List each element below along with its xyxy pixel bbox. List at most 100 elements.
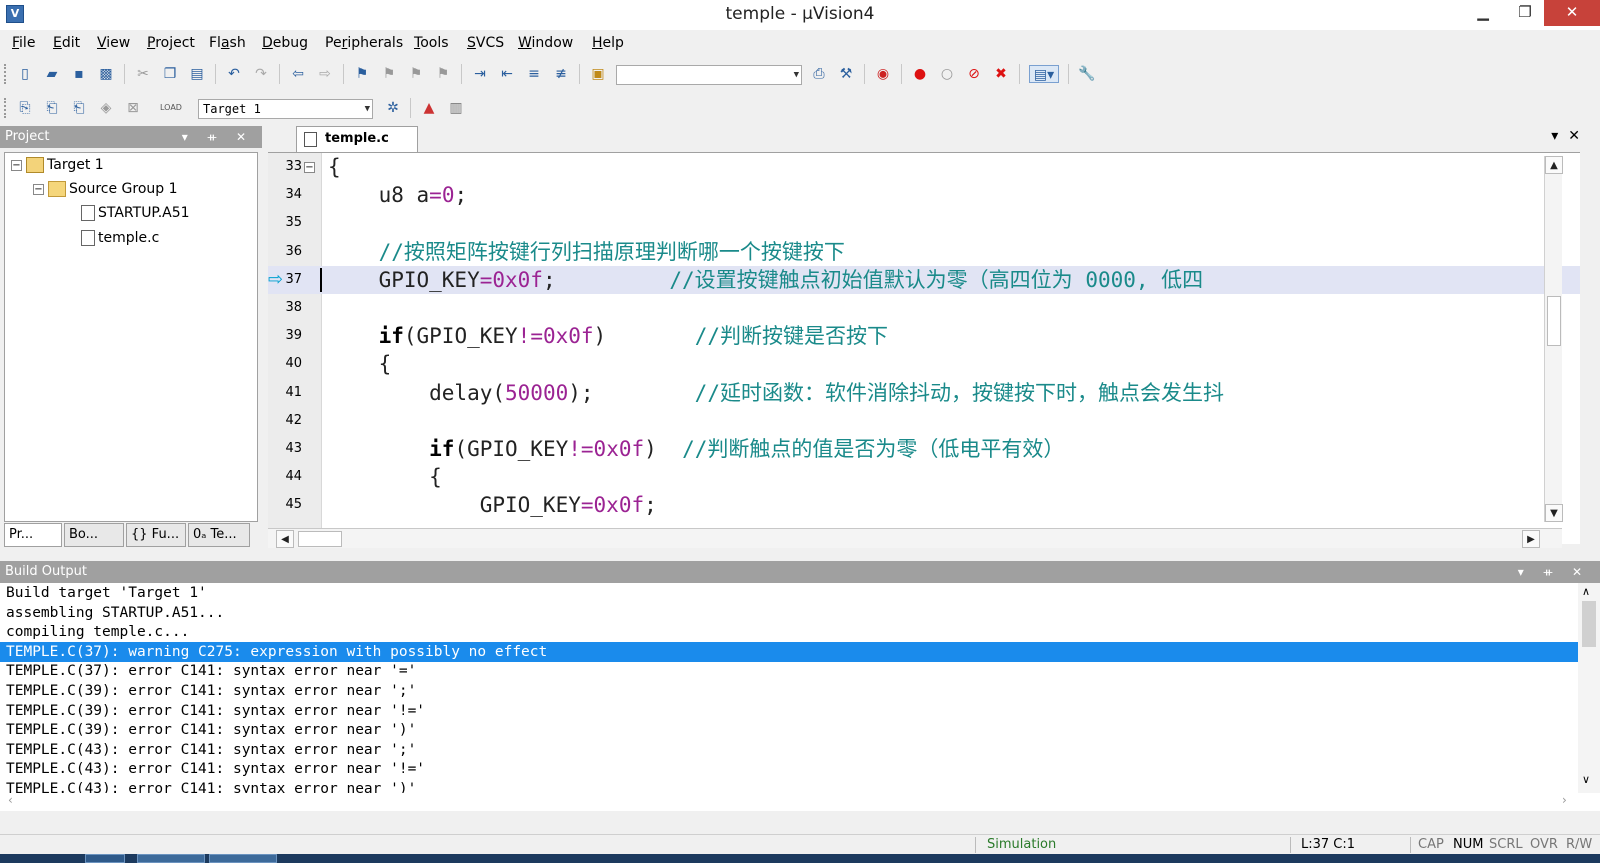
batch-build-icon[interactable]: ◈ [97, 99, 115, 117]
incremental-find-icon[interactable]: ⚒ [837, 65, 855, 83]
menu-project[interactable]: Project [147, 35, 195, 51]
code-line[interactable]: 45 GPIO_KEY=0x0f; [268, 491, 1580, 519]
target-select[interactable]: Target 1 ▼ [198, 99, 373, 119]
code-line[interactable]: 37 ⇨ GPIO_KEY=0x0f; //设置按键触点初始值默认为零（高四位为 … [268, 265, 1580, 294]
tree-item-startup[interactable]: STARTUP.A51 [81, 202, 190, 224]
new-file-icon[interactable]: ▯ [16, 65, 34, 83]
tree-item-target[interactable]: − Target 1 [11, 154, 104, 176]
next-bookmark-icon[interactable]: ⚑ [407, 65, 425, 83]
maximize-button[interactable]: ❐ [1510, 0, 1540, 26]
build-output-line[interactable]: TEMPLE.C(37): warning C275: expression w… [0, 641, 1578, 662]
tab-templates[interactable]: 0ₐ Te... [188, 523, 250, 547]
line-number[interactable]: 44 [268, 463, 302, 491]
disable-breakpoints-icon[interactable]: ⊘ [965, 65, 983, 83]
menu-window[interactable]: Window [518, 35, 573, 51]
clear-bookmarks-icon[interactable]: ⚑ [434, 65, 452, 83]
code-line[interactable]: 40 { [268, 350, 1580, 378]
build-output-line[interactable]: Build target 'Target 1' [0, 583, 1578, 603]
chevron-down-icon[interactable]: ∨ [1582, 773, 1590, 786]
line-number[interactable]: 34 [268, 181, 302, 209]
redo-icon[interactable]: ↷ [252, 65, 270, 83]
tab-temple-c[interactable]: temple.c [296, 126, 418, 152]
editor-controls[interactable]: ▾✕ [1551, 128, 1590, 144]
chevron-up-icon[interactable]: ∧ [1582, 585, 1590, 598]
code-text[interactable]: if(GPIO_KEY!=0x0f) //判断按键是否按下 [328, 322, 888, 350]
build-output-line[interactable]: TEMPLE.C(39): error C141: syntax error n… [0, 720, 1578, 740]
tab-books[interactable]: Bo... [64, 523, 124, 547]
chevron-left-icon[interactable]: ‹ [8, 793, 13, 807]
build-output-line[interactable]: assembling STARTUP.A51... [0, 603, 1578, 623]
code-line[interactable]: 38 [268, 294, 1580, 322]
tab-project[interactable]: Pr... [4, 523, 62, 547]
window-layout-icon[interactable]: ▤▾ [1029, 65, 1059, 83]
menu-file[interactable]: File [12, 35, 35, 51]
scroll-right-icon[interactable]: ▶ [1522, 530, 1540, 548]
line-number[interactable]: 33 [268, 153, 302, 181]
code-line[interactable]: 35 [268, 209, 1580, 237]
code-line[interactable]: 44 { [268, 463, 1580, 491]
load-icon[interactable]: LOAD [160, 99, 182, 117]
navigate-back-icon[interactable]: ⇦ [289, 65, 307, 83]
panel-controls[interactable]: ▾ ᚑ ✕ [1518, 561, 1590, 583]
editor-vertical-scrollbar[interactable]: ▲ ▼ [1544, 156, 1563, 522]
menu-edit[interactable]: Edit [53, 35, 80, 51]
panel-controls[interactable]: ▾ ᚑ ✕ [182, 126, 254, 148]
unindent-icon[interactable]: ⇤ [498, 65, 516, 83]
build-horizontal-scrollbar[interactable]: ‹ › [0, 793, 1578, 811]
build-output-line[interactable]: TEMPLE.C(39): error C141: syntax error n… [0, 681, 1578, 701]
find-in-files-icon[interactable]: ▣ [589, 65, 607, 83]
code-line[interactable]: 42 [268, 407, 1580, 435]
code-text[interactable]: GPIO_KEY=0x0f; //设置按键触点初始值默认为零（高四位为 0000… [328, 266, 1204, 294]
target-options-icon[interactable]: ✲ [384, 99, 402, 117]
code-line[interactable]: 41 delay(50000); //延时函数：软件消除抖动，按键按下时，触点会… [268, 379, 1580, 407]
uncomment-icon[interactable]: ≢ [552, 65, 570, 83]
find-icon[interactable]: ⎙ [810, 65, 828, 83]
code-text[interactable]: GPIO_KEY=0x0f; [328, 491, 657, 519]
code-text[interactable]: //按照矩阵按键行列扫描原理判断哪一个按键按下 [328, 238, 845, 266]
build-icon[interactable]: ⎗ [43, 99, 61, 117]
code-text[interactable]: { [328, 463, 442, 491]
comment-icon[interactable]: ≡ [525, 65, 543, 83]
line-number[interactable]: 42 [268, 407, 302, 435]
tree-item-temple-c[interactable]: temple.c [81, 227, 159, 249]
code-line[interactable]: 43 if(GPIO_KEY!=0x0f) //判断触点的值是否为零（低电平有效… [268, 435, 1580, 463]
line-number[interactable]: 36 [268, 238, 302, 266]
collapse-toggle-icon[interactable]: − [11, 159, 22, 171]
code-line[interactable]: 33− { [268, 153, 1580, 181]
cut-icon[interactable]: ✂ [134, 65, 152, 83]
minimize-button[interactable]: ▁ [1468, 0, 1498, 26]
code-text[interactable]: { [328, 153, 341, 181]
select-packs-icon[interactable]: ▥ [447, 99, 465, 117]
code-line[interactable]: 39 if(GPIO_KEY!=0x0f) //判断按键是否按下 [268, 322, 1580, 350]
line-number[interactable]: 38 [268, 294, 302, 322]
scroll-thumb[interactable] [1582, 601, 1596, 647]
undo-icon[interactable]: ↶ [225, 65, 243, 83]
chevron-right-icon[interactable]: › [1562, 793, 1567, 807]
scroll-down-icon[interactable]: ▼ [1545, 504, 1563, 522]
enable-breakpoint-icon[interactable]: ○ [938, 65, 956, 83]
scroll-up-icon[interactable]: ▲ [1545, 156, 1563, 174]
insert-bookmark-icon[interactable]: ⚑ [353, 65, 371, 83]
scroll-thumb[interactable] [298, 531, 342, 547]
line-number[interactable]: 40 [268, 350, 302, 378]
code-text[interactable]: if(GPIO_KEY!=0x0f) //判断触点的值是否为零（低电平有效） [328, 435, 1064, 463]
toolbar-grip[interactable] [4, 98, 7, 118]
build-output-line[interactable]: TEMPLE.C(39): error C141: syntax error n… [0, 701, 1578, 721]
build-vertical-scrollbar[interactable]: ∧ ∨ [1578, 583, 1600, 793]
fold-toggle-icon[interactable]: − [304, 162, 315, 173]
toolbar-grip[interactable] [4, 64, 7, 84]
chevron-down-icon[interactable]: ▼ [794, 66, 799, 84]
code-editor[interactable]: 33−{34 u8 a=0; 35 36 //按照矩阵按键行列扫描原理判断哪一个按键… [268, 152, 1580, 545]
find-combo[interactable]: ▼ [616, 65, 802, 85]
code-text[interactable]: delay(50000); //延时函数：软件消除抖动，按键按下时，触点会发生抖 [328, 379, 1224, 407]
line-number[interactable]: 45 [268, 491, 302, 519]
build-output-line[interactable]: TEMPLE.C(37): error C141: syntax error n… [0, 661, 1578, 681]
previous-bookmark-icon[interactable]: ⚑ [380, 65, 398, 83]
stop-build-icon[interactable]: ⊠ [124, 99, 142, 117]
close-button[interactable]: ✕ [1544, 0, 1600, 26]
taskbar-uvision-icon[interactable] [209, 854, 277, 863]
open-file-icon[interactable]: ▰ [43, 65, 61, 83]
taskbar-browser-icon[interactable] [85, 854, 125, 863]
taskbar-explorer-icon[interactable] [137, 854, 205, 863]
start-debug-icon[interactable]: ◉ [874, 65, 892, 83]
